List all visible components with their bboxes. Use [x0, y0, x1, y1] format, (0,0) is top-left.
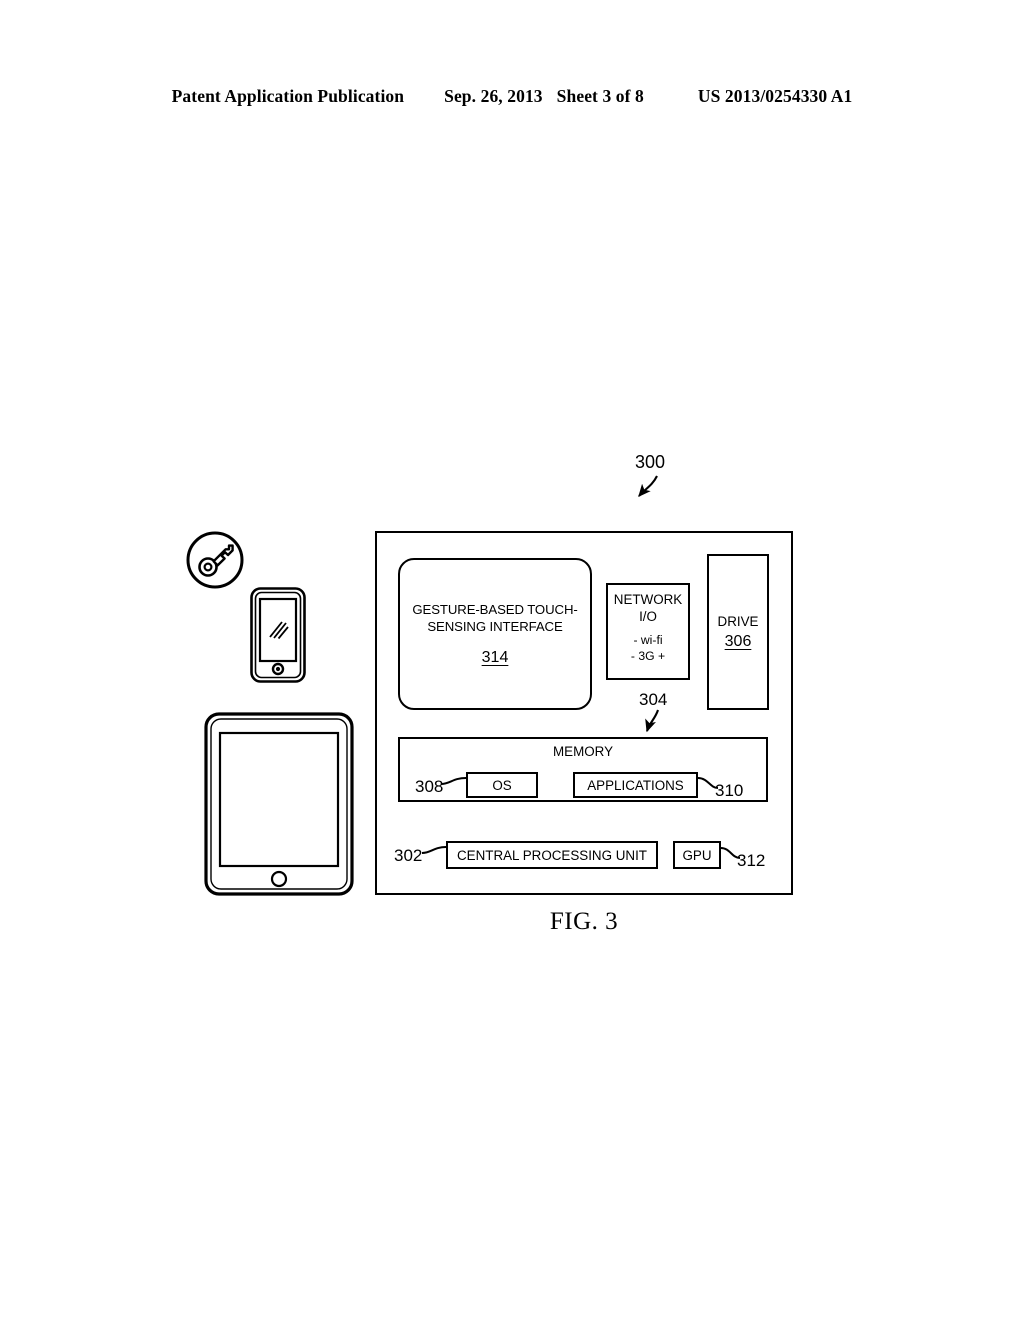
network-io-3g-item: - 3G + — [630, 649, 666, 663]
network-io-block: NETWORK I/O - wi-fi - 3G + — [606, 583, 690, 680]
reference-numeral-308: 308 — [415, 777, 444, 796]
gesture-interface-ref: 314 — [481, 649, 509, 666]
reference-numeral-304: 304 — [639, 690, 668, 709]
figure-caption: FIG. 3 — [549, 908, 619, 935]
smartphone-icon — [249, 586, 307, 684]
cpu-label: CENTRAL PROCESSING UNIT — [457, 847, 647, 863]
gesture-interface-label-line1: GESTURE-BASED TOUCH- — [412, 602, 578, 617]
gesture-touch-interface-block: GESTURE-BASED TOUCH- SENSING INTERFACE 3… — [398, 558, 592, 710]
cpu-block: CENTRAL PROCESSING UNIT — [446, 841, 658, 869]
network-io-label-line1: NETWORK — [613, 592, 683, 607]
key-icon — [184, 529, 246, 591]
memory-label: MEMORY — [552, 744, 614, 759]
os-block: OS — [466, 772, 538, 798]
reference-numeral-302: 302 — [394, 846, 423, 865]
patent-figure: GESTURE-BASED TOUCH- SENSING INTERFACE 3… — [0, 0, 1024, 1320]
os-label: OS — [492, 777, 512, 793]
reference-numeral-310: 310 — [715, 781, 744, 800]
gpu-block: GPU — [673, 841, 721, 869]
network-io-label-line2: I/O — [639, 609, 657, 624]
applications-block: APPLICATIONS — [573, 772, 698, 798]
gesture-interface-label-line2: SENSING INTERFACE — [427, 619, 563, 634]
drive-block: DRIVE 306 — [707, 554, 769, 710]
gpu-label: GPU — [682, 847, 712, 863]
reference-numeral-312: 312 — [737, 851, 766, 870]
tablet-icon — [203, 711, 355, 897]
drive-ref: 306 — [724, 633, 752, 650]
reference-numeral-300: 300 — [635, 452, 666, 472]
drive-label: DRIVE — [717, 614, 759, 629]
network-io-wifi-item: - wi-fi — [633, 633, 663, 647]
applications-label: APPLICATIONS — [587, 777, 684, 793]
gesture-interface-label: GESTURE-BASED TOUCH- SENSING INTERFACE — [412, 601, 577, 635]
